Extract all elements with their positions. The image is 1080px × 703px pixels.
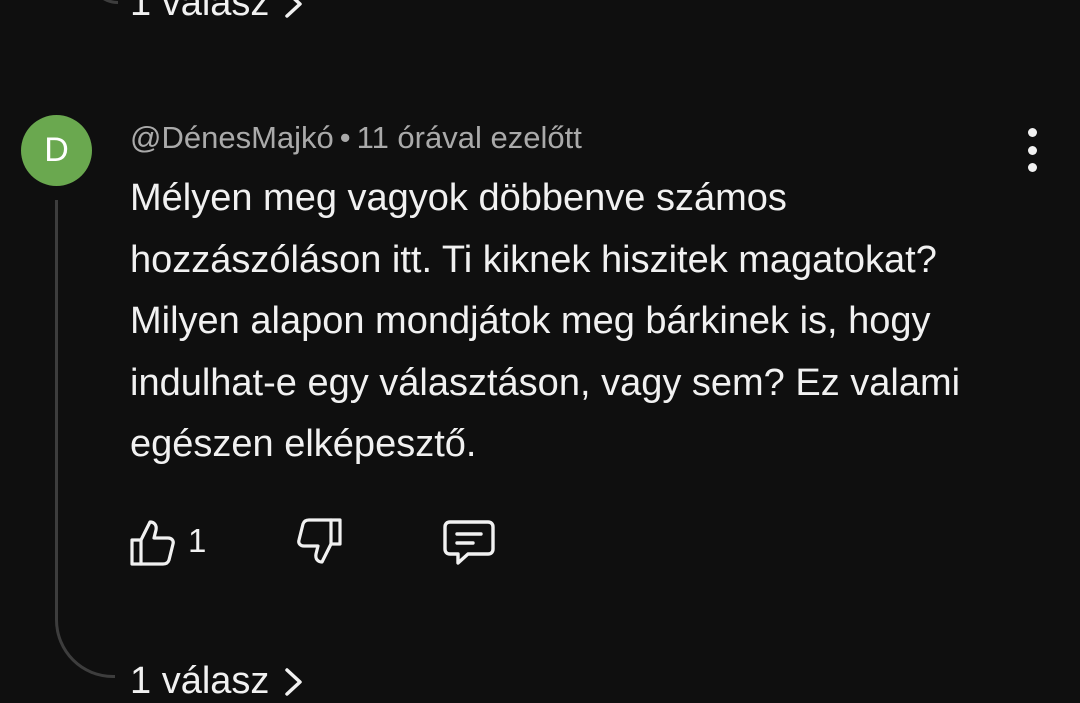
thumbs-up-icon	[130, 520, 175, 566]
meta-separator: •	[339, 120, 351, 155]
comment-timestamp: 11 órával ezelőtt	[356, 120, 582, 155]
comment-text: Mélyen meg vagyok döbbenve számos hozzás…	[130, 177, 961, 465]
like-count: 1	[188, 522, 207, 559]
view-replies-label: 1 válasz	[130, 0, 270, 24]
avatar[interactable]: D	[21, 115, 92, 186]
thread-connector	[55, 200, 115, 678]
comment-meta: @DénesMajkó • 11 órával ezelőtt	[130, 120, 582, 156]
chevron-right-icon	[285, 0, 303, 18]
dislike-button[interactable]	[296, 514, 344, 570]
view-replies-label: 1 válasz	[130, 660, 270, 702]
comment-reply-icon	[443, 520, 495, 565]
like-button[interactable]	[128, 514, 176, 570]
author-handle[interactable]: @DénesMajkó	[130, 120, 334, 155]
chevron-right-icon	[285, 667, 303, 696]
reply-button[interactable]	[442, 514, 496, 570]
view-replies-link-top[interactable]: 1 válasz	[130, 0, 305, 25]
comment-actions: 1	[128, 514, 528, 570]
more-vertical-icon[interactable]	[1018, 128, 1046, 172]
avatar-letter: D	[44, 131, 69, 169]
thumbs-down-icon	[297, 518, 342, 564]
view-replies-link[interactable]: 1 válasz	[130, 660, 305, 703]
thread-connector-top	[88, 0, 118, 4]
